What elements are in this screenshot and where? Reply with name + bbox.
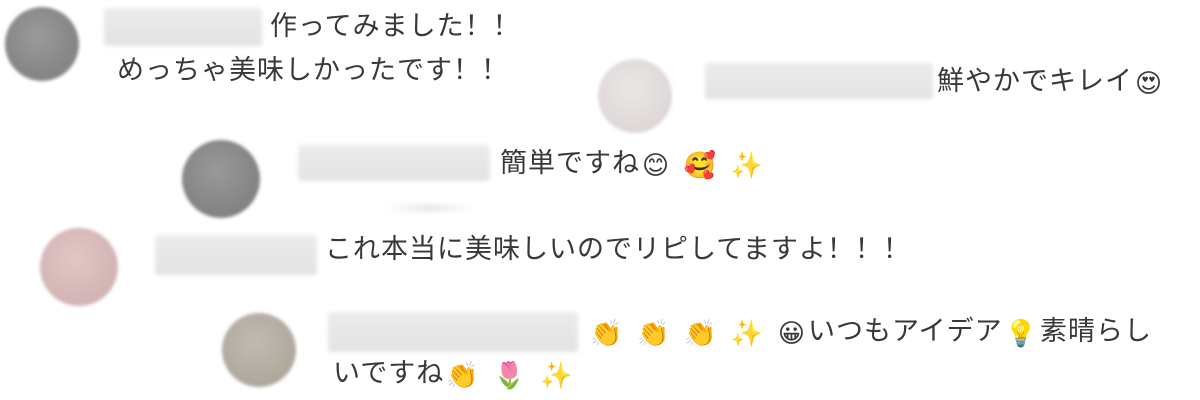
comment-text-part-b: 素晴らし xyxy=(1040,316,1153,347)
avatar[interactable] xyxy=(222,313,296,387)
smiling-face-with-hearts-emoji-icon: 🥰 xyxy=(683,151,718,181)
avatar[interactable] xyxy=(40,228,118,306)
sparkles-emoji-icon: ✨ xyxy=(730,319,765,349)
clapping-hands-emoji-icon: 👏 xyxy=(683,319,718,349)
comment-text: これ本当に美味しいのでリピしてますよ！！！ xyxy=(325,234,911,265)
heart-eyes-emoji-icon: 😍 xyxy=(1135,69,1164,99)
username-blurred[interactable] xyxy=(104,8,262,46)
comment-text-line-2: いですね👏 🌷 ✨ xyxy=(333,356,576,392)
comment-text-part-c: いですね xyxy=(333,358,445,389)
faint-artifact xyxy=(385,204,475,212)
comment-text-line-1: 👏 👏 👏 ✨ 😀いつもアイデア💡素晴らし xyxy=(588,314,1152,350)
avatar[interactable] xyxy=(182,140,260,218)
smiling-face-emoji-icon: 😊 xyxy=(642,151,671,181)
light-bulb-emoji-icon: 💡 xyxy=(1004,319,1039,349)
username-blurred[interactable] xyxy=(155,235,317,275)
sparkles-emoji-icon: ✨ xyxy=(730,151,765,181)
comment-text: 鮮やかでキレイ😍 xyxy=(937,64,1165,100)
avatar[interactable] xyxy=(598,59,672,133)
tulip-emoji-icon: 🌷 xyxy=(493,361,527,391)
sparkles-emoji-icon: ✨ xyxy=(540,361,574,391)
grinning-face-emoji-icon: 😀 xyxy=(777,319,806,349)
comment-text-part-a: いつもアイデア xyxy=(807,316,1003,347)
username-blurred[interactable] xyxy=(298,145,490,181)
avatar[interactable] xyxy=(5,7,79,81)
username-blurred[interactable] xyxy=(705,63,933,99)
username-blurred[interactable] xyxy=(328,312,578,352)
comment-text: 簡単ですね😊 🥰 ✨ xyxy=(500,146,766,182)
clapping-hands-emoji-icon: 👏 xyxy=(636,319,671,349)
clapping-hands-emoji-icon: 👏 xyxy=(590,319,624,349)
comment-text-line-1: 作ってみました！！ xyxy=(270,11,521,42)
comment-text-body: 簡単ですね xyxy=(500,148,640,179)
comment-text-body: 鮮やかでキレイ xyxy=(937,66,1133,97)
clapping-hands-emoji-icon: 👏 xyxy=(446,361,480,391)
comment-text-line-2: めっちゃ美味しかったです！！ xyxy=(117,55,509,86)
